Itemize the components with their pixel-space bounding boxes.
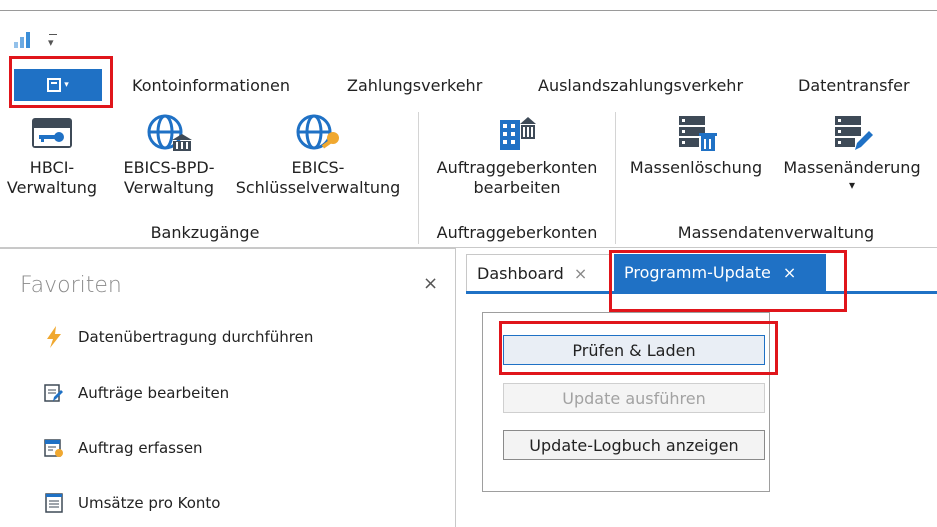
tab-datentransfer[interactable]: Datentransfer bbox=[798, 76, 910, 95]
window-top-border bbox=[0, 10, 937, 11]
server-delete-icon bbox=[679, 116, 717, 151]
edit-document-icon bbox=[44, 383, 64, 403]
globe-key-icon bbox=[296, 114, 339, 150]
document-area: Dashboard × Programm-Update × Prüfen & L… bbox=[466, 248, 937, 527]
ribbon-separator bbox=[615, 112, 616, 244]
favorite-item-label: Umsätze pro Konto bbox=[78, 494, 221, 512]
ribbon-tab-bar: ▾ Kontoinformationen Zahlungsverkehr Aus… bbox=[0, 56, 937, 108]
ebics-schluesselverwaltung-button[interactable]: EBICS- Schlüsselverwaltung bbox=[230, 114, 406, 198]
ribbon-button-label: Schlüsselverwaltung bbox=[235, 178, 401, 197]
ribbon-button-label: Verwaltung bbox=[123, 178, 215, 197]
massenaenderung-button[interactable]: Massenänderung ▾ bbox=[774, 114, 930, 192]
ribbon-button-label: Auftraggeberkonten bbox=[436, 158, 598, 177]
new-document-icon bbox=[44, 438, 64, 458]
list-document-icon bbox=[44, 493, 64, 513]
tab-auslandszahlungsverkehr[interactable]: Auslandszahlungsverkehr bbox=[538, 76, 743, 95]
tab-zahlungsverkehr[interactable]: Zahlungsverkehr bbox=[347, 76, 482, 95]
ribbon-button-label: HBCI- bbox=[29, 158, 75, 177]
favorite-item-auftrag-erfassen[interactable]: Auftrag erfassen bbox=[44, 436, 203, 460]
massenloeschung-button[interactable]: Massenlöschung bbox=[621, 114, 771, 178]
highlight-box bbox=[609, 250, 847, 312]
favorite-item-label: Datenübertragung durchführen bbox=[78, 328, 314, 346]
hbci-verwaltung-button[interactable]: HBCI- Verwaltung bbox=[4, 114, 100, 198]
favorite-item-umsaetze-pro-konto[interactable]: Umsätze pro Konto bbox=[44, 491, 221, 515]
favorite-item-label: Aufträge bearbeiten bbox=[78, 384, 230, 402]
ribbon-button-label: Massenänderung bbox=[783, 158, 921, 177]
update-logbuch-button[interactable]: Update-Logbuch anzeigen bbox=[503, 430, 765, 460]
ribbon-button-label: Massenlöschung bbox=[629, 158, 763, 177]
ribbon-button-label: EBICS- bbox=[291, 158, 345, 177]
close-icon[interactable]: × bbox=[423, 273, 438, 294]
quick-access-toolbar: ▾ bbox=[14, 28, 57, 48]
update-ausfuehren-button[interactable]: Update ausführen bbox=[503, 383, 765, 413]
favorites-title: Favoriten bbox=[20, 273, 122, 298]
dropdown-arrow-icon[interactable]: ▾ bbox=[48, 34, 57, 48]
chevron-down-icon: ▾ bbox=[848, 178, 856, 192]
ribbon-button-label: bearbeiten bbox=[473, 178, 561, 197]
close-icon[interactable]: × bbox=[574, 264, 587, 283]
favorite-item-auftraege-bearbeiten[interactable]: Aufträge bearbeiten bbox=[44, 381, 229, 405]
building-icon bbox=[500, 117, 536, 150]
ribbon: HBCI- Verwaltung EBICS-BPD- Verwaltung E… bbox=[0, 104, 937, 248]
favorite-item-datenuebertragung[interactable]: Datenübertragung durchführen bbox=[44, 325, 313, 349]
card-key-icon bbox=[32, 118, 72, 148]
group-label-auftraggeberkonten: Auftraggeberkonten bbox=[436, 223, 598, 242]
lightning-icon bbox=[44, 326, 64, 348]
highlight-box bbox=[499, 321, 778, 375]
tab-label: Dashboard bbox=[477, 263, 564, 283]
auftraggeberkonten-bearbeiten-button[interactable]: Auftraggeberkonten bearbeiten bbox=[424, 114, 610, 198]
ebics-bpd-verwaltung-button[interactable]: EBICS-BPD- Verwaltung bbox=[114, 114, 224, 198]
ribbon-button-label: EBICS-BPD- bbox=[123, 158, 215, 177]
favorites-panel: Favoriten × Datenübertragung durchführen… bbox=[0, 248, 456, 527]
highlight-box bbox=[9, 56, 113, 108]
ribbon-separator bbox=[418, 112, 419, 244]
favorite-item-label: Auftrag erfassen bbox=[78, 439, 203, 457]
tab-dashboard[interactable]: Dashboard × bbox=[466, 254, 612, 291]
group-label-bankzugaenge: Bankzugänge bbox=[150, 223, 260, 242]
server-edit-icon bbox=[835, 116, 873, 150]
group-label-massendatenverwaltung: Massendatenverwaltung bbox=[677, 223, 875, 242]
tab-kontoinformationen[interactable]: Kontoinformationen bbox=[132, 76, 290, 95]
globe-bank-icon bbox=[147, 114, 192, 151]
bar-chart-icon bbox=[14, 30, 38, 48]
ribbon-button-label: Verwaltung bbox=[6, 178, 98, 197]
